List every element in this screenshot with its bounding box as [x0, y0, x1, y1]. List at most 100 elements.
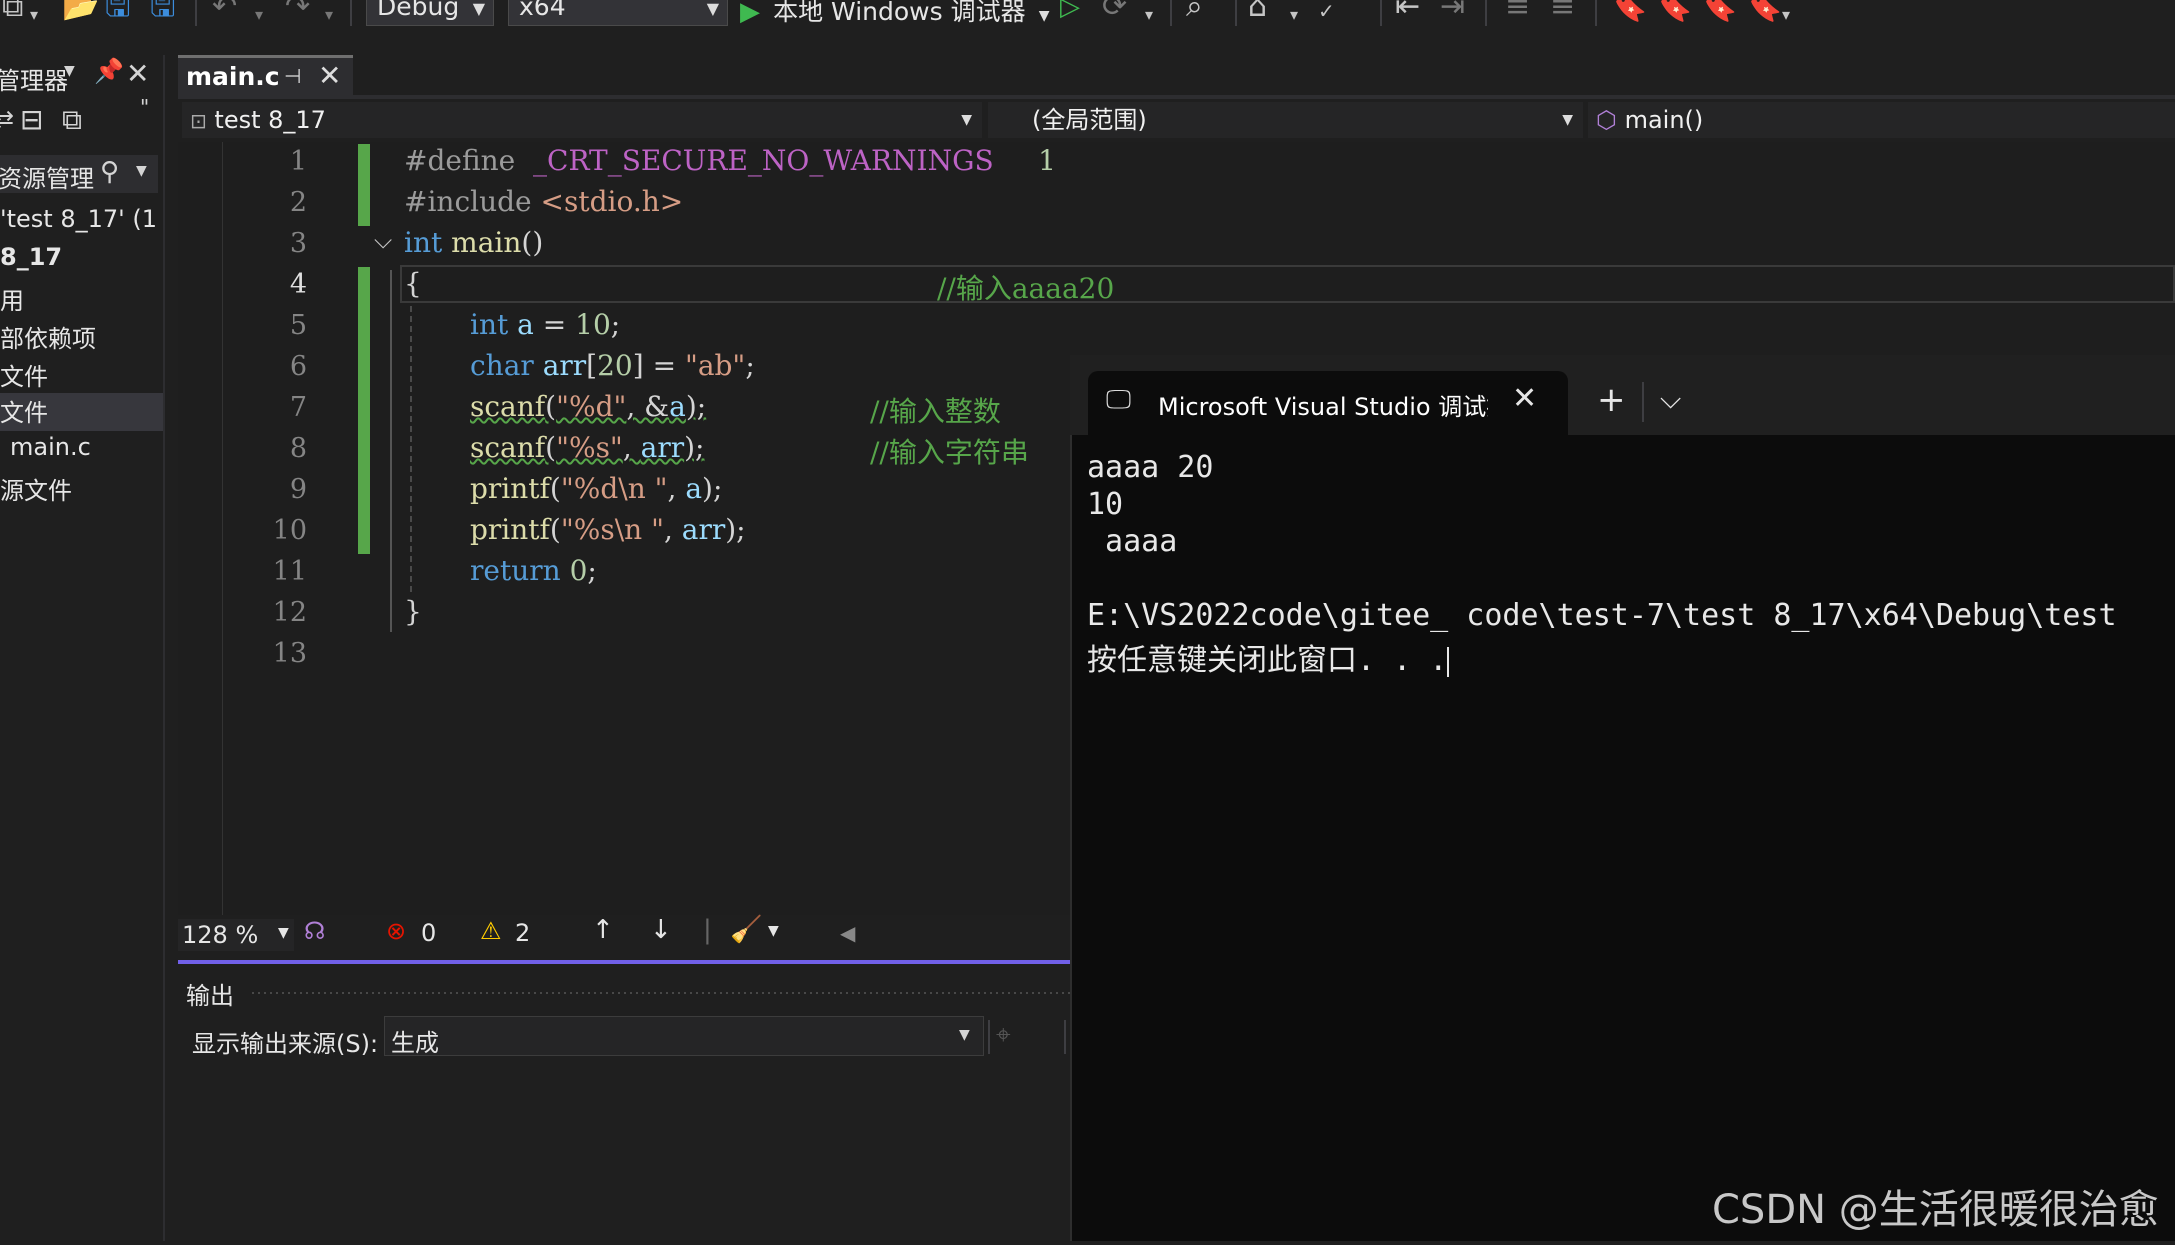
status-separator: |	[703, 915, 712, 945]
overflow-icon[interactable]: "	[140, 95, 149, 119]
error-icon[interactable]: ⊗	[386, 917, 406, 945]
start-debugging-button[interactable]: ▶ 本地 Windows 调试器 ▼	[740, 0, 1049, 27]
debug-console-window[interactable]	[1070, 355, 2175, 1241]
browser-link-icon[interactable]: ⌂	[1248, 0, 1267, 24]
text-cursor	[1447, 646, 1450, 677]
tree-item-label: 'test 8_17' (1	[0, 205, 157, 233]
solution-explorer-title: 管理器	[0, 67, 68, 95]
project-dropdown[interactable]: ⊡ test 8_17 ▼	[182, 102, 982, 138]
string-literal: "%d"	[556, 390, 627, 423]
string-literal: "%s"	[556, 431, 623, 464]
editor-tab-strip	[170, 55, 2175, 97]
terminal-output-line: aaaa	[1087, 524, 1178, 559]
punctuation: (	[549, 513, 561, 546]
output-source-dropdown[interactable]: 生成 ▼	[384, 1016, 984, 1057]
code-line-12: }	[404, 595, 422, 628]
scope-dropdown[interactable]: (全局范围) ▼	[988, 102, 1583, 138]
tree-item-project[interactable]: 8_17	[0, 243, 62, 271]
tree-item-references[interactable]: 用	[0, 281, 24, 316]
warning-icon[interactable]: ⚠	[480, 917, 502, 945]
chevron-down-icon: ▼	[278, 925, 289, 941]
tree-item-main-c[interactable]: main.c	[10, 433, 91, 461]
chevron-down-icon[interactable]: ▾	[325, 0, 333, 32]
code-line-9: printf("%d\n ", a);	[470, 472, 722, 505]
platform-value: x64	[519, 0, 566, 21]
current-line-highlight	[400, 265, 2175, 303]
chevron-down-icon[interactable]: ▼	[768, 923, 779, 939]
operator: =	[533, 308, 576, 341]
collapse-region-icon[interactable]: ⌵	[374, 226, 392, 254]
open-folder-icon[interactable]: 📂	[62, 0, 99, 24]
tree-item-source-files[interactable]: 文件	[0, 393, 163, 431]
member-dropdown[interactable]: ⬡ main()	[1588, 102, 2175, 138]
clear-bookmarks-icon[interactable]: 🔖	[1745, 0, 1782, 24]
code-line-10: printf("%s\n ", arr);	[470, 513, 746, 546]
platform-dropdown[interactable]: x64 ▼	[508, 0, 728, 26]
member-value: main()	[1624, 106, 1704, 134]
tree-item-external-deps[interactable]: 部依赖项	[0, 319, 96, 354]
configuration-dropdown[interactable]: Debug ▼	[366, 0, 494, 26]
zoom-dropdown[interactable]: 128 % ▼	[178, 919, 294, 951]
code-cleanup-icon[interactable]: 🧹	[730, 915, 762, 945]
collapse-all-icon[interactable]: ⊟	[20, 103, 43, 136]
toolbar-options-icon[interactable]: ▾	[1782, 0, 1790, 32]
punctuation: ,	[622, 431, 641, 464]
arrow-up-icon[interactable]: ↑	[592, 915, 614, 945]
keyword: int	[404, 226, 443, 259]
tab-main-c[interactable]: main.c ⊣ ✕	[178, 55, 353, 95]
new-tab-icon[interactable]: +	[1597, 380, 1626, 420]
tree-item-resource-files[interactable]: 源文件	[0, 471, 72, 506]
toolbar-separator	[1485, 0, 1487, 26]
chevron-down-icon[interactable]: ▾	[1145, 0, 1153, 32]
punctuation: (	[549, 472, 561, 505]
uncomment-icon[interactable]: ≡	[1550, 0, 1575, 24]
scroll-left-icon[interactable]: ◀	[840, 921, 855, 945]
find-message-icon[interactable]: ⌖	[996, 1020, 1011, 1051]
sync-icon[interactable]: ⇄	[0, 105, 14, 133]
comment-icon[interactable]: ≡	[1505, 0, 1530, 24]
find-in-files-icon[interactable]: ⌕	[1186, 0, 1203, 24]
redo-icon[interactable]: ↷	[285, 0, 310, 24]
close-icon[interactable]: ✕	[126, 57, 149, 90]
chevron-down-icon[interactable]: ⌵	[1660, 382, 1681, 416]
new-item-icon[interactable]: ⧉	[2, 0, 23, 24]
bookmark-icon[interactable]: 🔖	[1610, 0, 1647, 24]
chevron-down-icon[interactable]: ▼	[64, 63, 75, 79]
chevron-down-icon[interactable]: ▼	[136, 163, 147, 179]
intellicode-icon[interactable]: ☊	[304, 917, 325, 945]
undo-icon[interactable]: ↶	[212, 0, 237, 24]
arrow-down-icon[interactable]: ↓	[650, 915, 672, 945]
hot-reload-icon[interactable]: ⟳	[1102, 0, 1127, 24]
terminal-tab[interactable]: 🖵 Microsoft Visual Studio 调试控 ✕	[1088, 371, 1568, 435]
solution-search-box[interactable]: 资源管理 ⚲ ▼	[0, 155, 158, 193]
error-count[interactable]: 0	[421, 919, 436, 947]
chevron-down-icon: ▼	[961, 112, 972, 128]
line-number: 11	[272, 556, 307, 587]
save-icon[interactable]: 🖫	[105, 0, 131, 24]
punctuation: (	[545, 390, 557, 423]
chevron-down-icon[interactable]: ▾	[255, 0, 263, 32]
spell-check-icon[interactable]: ✓	[1318, 0, 1335, 28]
start-without-debugging-icon[interactable]: ▷	[1060, 0, 1080, 24]
save-all-icon[interactable]: 🖫	[150, 0, 176, 24]
line-number: 6	[289, 351, 307, 382]
next-bookmark-icon[interactable]: 🔖	[1700, 0, 1737, 24]
editor-status-bar: 128 % ▼ ☊ ⊗ 0 ⚠ 2 ↑ ↓ | 🧹 ▼ ◀	[178, 915, 1068, 955]
close-icon[interactable]: ✕	[318, 59, 341, 92]
pin-icon[interactable]: ⊣	[284, 64, 301, 88]
tree-item-header-files[interactable]: 文件	[0, 357, 48, 392]
panel-grip[interactable]	[250, 990, 1070, 998]
warning-count[interactable]: 2	[515, 919, 530, 947]
keyword: char	[470, 349, 534, 382]
chevron-down-icon[interactable]: ▾	[1290, 0, 1298, 32]
line-number: 9	[289, 474, 307, 505]
step-into-icon[interactable]: ⇤	[1395, 0, 1420, 24]
function-call: scanf	[470, 390, 546, 423]
close-icon[interactable]: ✕	[1512, 381, 1537, 416]
show-all-files-icon[interactable]: ⧉	[62, 103, 82, 137]
chevron-down-icon[interactable]: ▾	[30, 0, 38, 32]
prev-bookmark-icon[interactable]: 🔖	[1655, 0, 1692, 24]
step-over-icon[interactable]: ⇥	[1440, 0, 1465, 24]
tree-item-solution[interactable]: 'test 8_17' (1	[0, 205, 157, 233]
pin-icon[interactable]: 📌	[94, 57, 124, 85]
